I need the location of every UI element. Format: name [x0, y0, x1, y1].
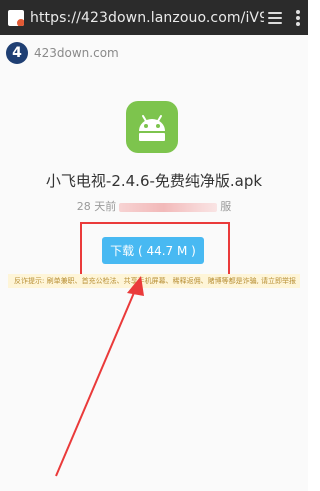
meta-date: 28 天前: [76, 200, 117, 213]
more-vert-icon[interactable]: [296, 9, 300, 26]
site-header: 4 423down.com: [0, 35, 308, 70]
meta-suffix: 服: [220, 200, 232, 213]
android-icon: [126, 101, 178, 153]
url-text[interactable]: https://423down.lanzouo.com/iV93y: [30, 10, 264, 26]
site-favicon-icon: [8, 9, 24, 26]
browser-url-bar[interactable]: https://423down.lanzouo.com/iV93y: [0, 0, 308, 35]
app-file-name: 小飞电视-2.4.6-免费纯净版.apk: [45, 172, 263, 190]
download-button[interactable]: 下载 ( 44.7 M ): [102, 237, 204, 264]
fraud-notice: 反诈提示: 刷单兼职、首充公检法、共享手机屏幕、稀释返佣、赌博等都是诈骗, 请立…: [8, 274, 300, 288]
tabs-icon[interactable]: [268, 11, 282, 24]
page: https://423down.lanzouo.com/iV93y 4 423d…: [0, 0, 308, 491]
redacted-text: [119, 202, 218, 212]
site-name[interactable]: 423down.com: [34, 46, 119, 60]
site-logo[interactable]: 4: [6, 41, 28, 64]
file-meta: 28 天前 服: [0, 198, 308, 214]
